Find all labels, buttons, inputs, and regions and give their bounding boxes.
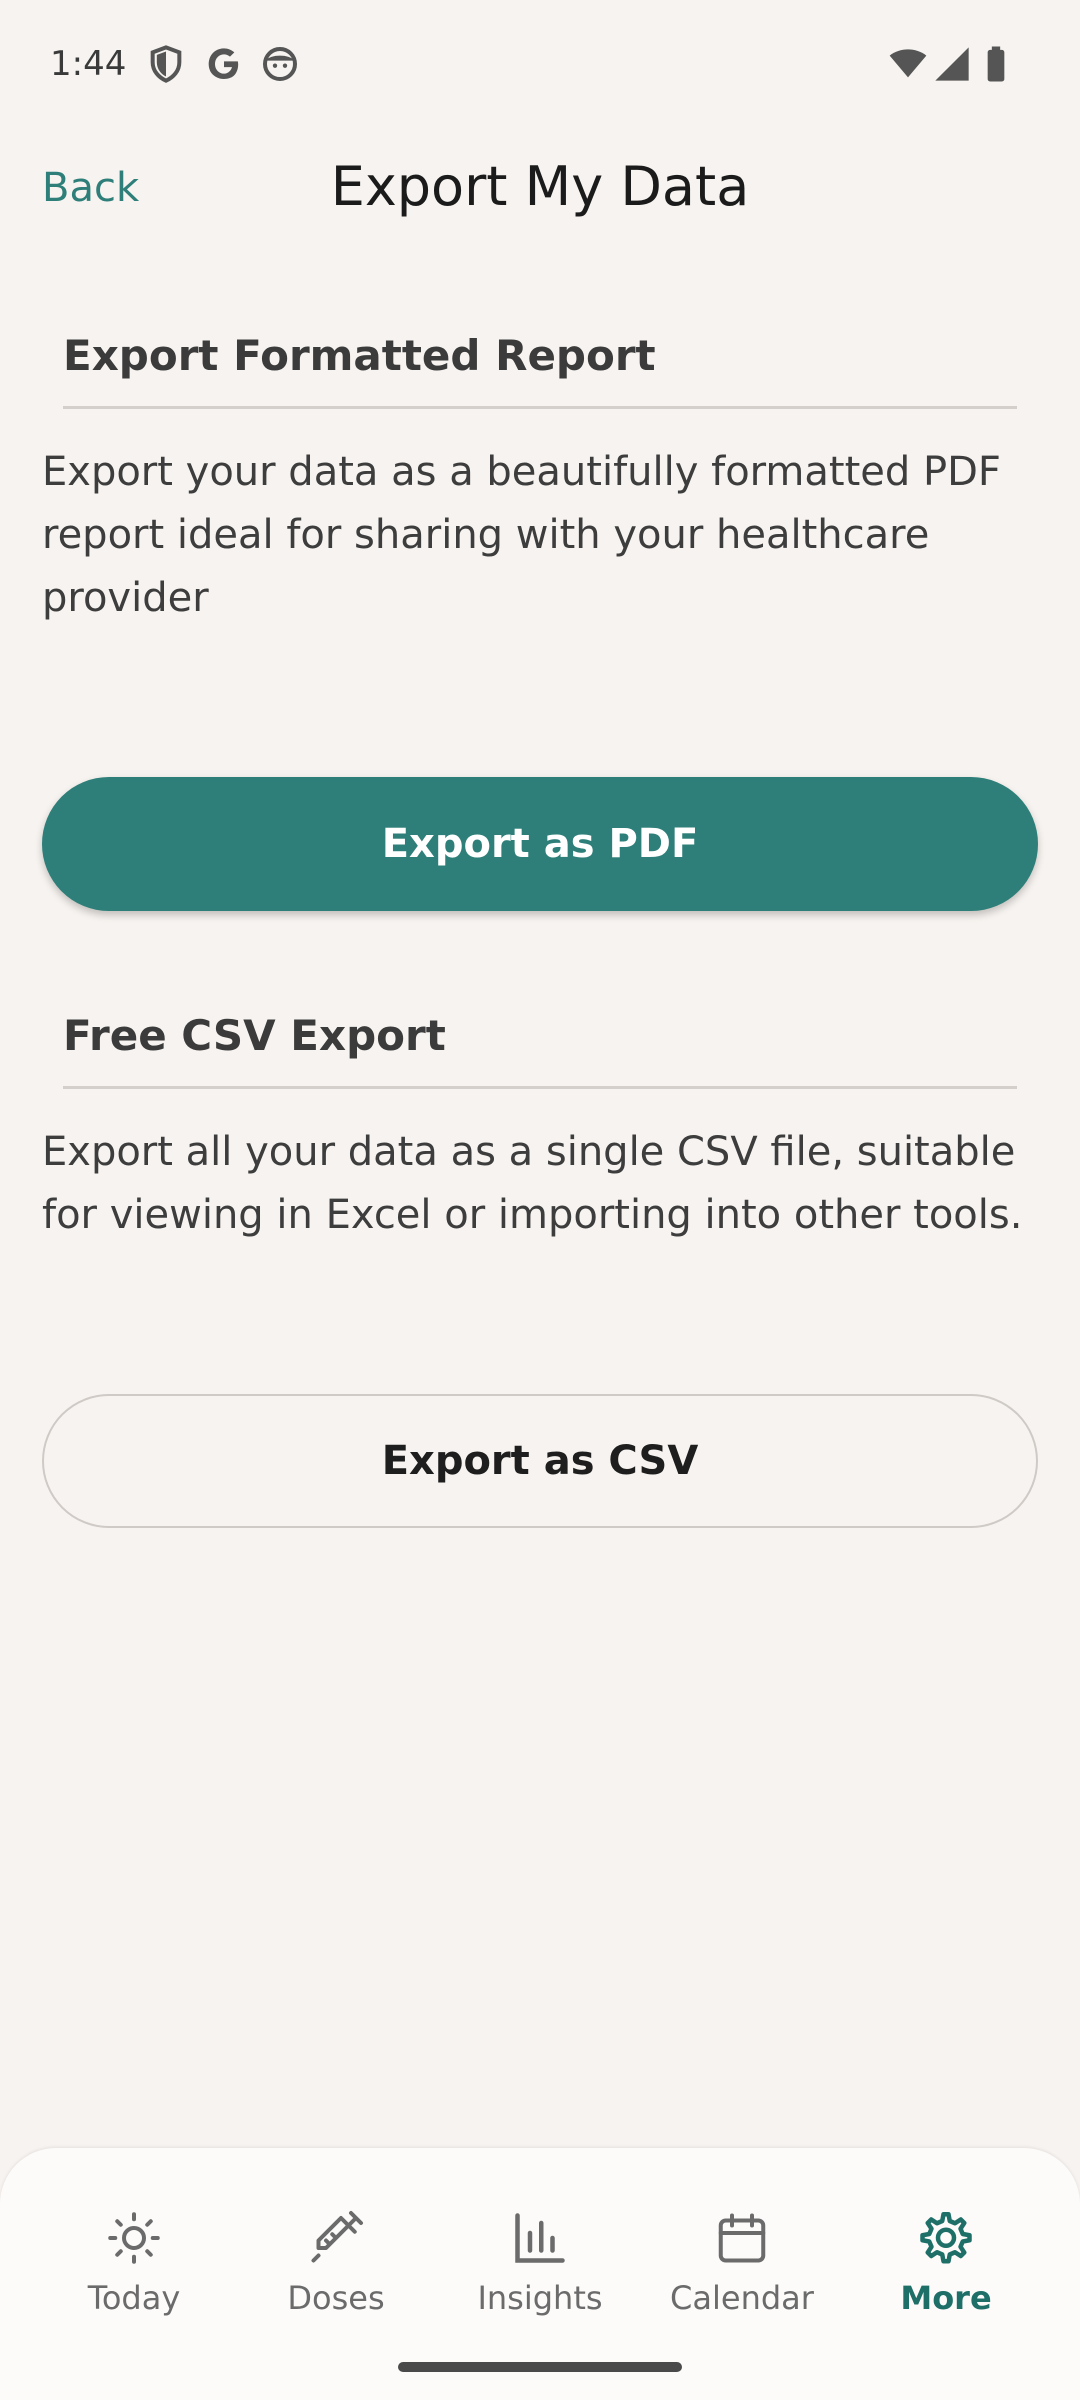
nav-item-more[interactable]: More (846, 2208, 1046, 2338)
home-indicator[interactable] (398, 2362, 682, 2372)
status-bar: 1:44 (0, 0, 1080, 128)
nav-item-calendar[interactable]: Calendar (642, 2208, 842, 2338)
face-icon (260, 44, 300, 84)
syringe-icon (306, 2208, 366, 2268)
bar-chart-icon (510, 2208, 570, 2268)
nav-item-today[interactable]: Today (34, 2208, 234, 2338)
nav-item-insights[interactable]: Insights (440, 2208, 640, 2338)
status-time: 1:44 (50, 44, 127, 84)
shield-icon (146, 44, 186, 84)
calendar-icon (712, 2208, 772, 2268)
export-pdf-button[interactable]: Export as PDF (42, 777, 1038, 911)
page-title: Export My Data (330, 155, 750, 218)
gear-icon (916, 2208, 976, 2268)
nav-label-calendar: Calendar (670, 2279, 814, 2317)
top-app-bar: Back Export My Data (0, 128, 1080, 248)
signal-icon (932, 44, 972, 84)
nav-label-today: Today (87, 2279, 181, 2317)
google-icon (204, 44, 244, 84)
export-csv-button[interactable]: Export as CSV (42, 1394, 1038, 1528)
section-divider (63, 406, 1017, 409)
sun-icon (104, 2208, 164, 2268)
nav-label-doses: Doses (287, 2279, 385, 2317)
export-data-screen: 1:44 Back Export My Data Export Formatte… (0, 0, 1080, 2400)
section-heading-formatted-report: Export Formatted Report (63, 331, 656, 380)
wifi-icon (888, 44, 928, 84)
section-heading-csv-export: Free CSV Export (63, 1011, 446, 1060)
battery-icon (976, 44, 1016, 84)
nav-item-doses[interactable]: Doses (236, 2208, 436, 2338)
nav-label-insights: Insights (477, 2279, 603, 2317)
section-description-csv-export: Export all your data as a single CSV fil… (42, 1129, 1023, 1238)
nav-label-more: More (900, 2279, 992, 2317)
section-description-formatted-report: Export your data as a beautifully format… (42, 449, 1001, 621)
section-divider (63, 1086, 1017, 1089)
